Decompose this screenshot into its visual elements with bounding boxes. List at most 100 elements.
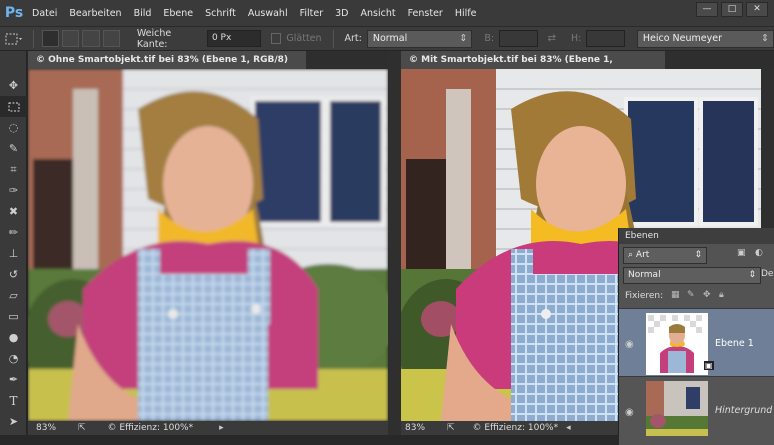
lock-transparency-icon[interactable]: ▦ <box>671 290 680 300</box>
width-label: B: <box>484 33 495 44</box>
chevron-updown-icon: ⇕ <box>760 32 769 44</box>
new-selection-button[interactable] <box>41 30 59 47</box>
canvas-left[interactable] <box>28 69 388 421</box>
blend-mode-value: Normal <box>628 270 661 280</box>
status-bar-left: 83% ⇱ © Effizienz: 100%* ▸ <box>28 421 388 435</box>
swap-icon[interactable]: ⇄ <box>548 33 556 44</box>
layer-filter-value: Art <box>635 250 650 260</box>
lock-icon[interactable]: 🔒︎ <box>719 290 724 300</box>
menu-hilfe[interactable]: Hilfe <box>449 8 483 19</box>
intersect-selection-button[interactable] <box>102 30 120 47</box>
layer-name-hintergrund[interactable]: Hintergrund <box>715 405 772 416</box>
stamp-icon[interactable]: ⊥ <box>0 243 27 264</box>
scrollbar-right[interactable] <box>761 69 774 229</box>
workspace-select-value: Heico Neumeyer <box>642 32 722 44</box>
efficiency-left[interactable]: © Effizienz: 100%* <box>108 421 194 435</box>
style-select-value: Normal <box>372 32 408 44</box>
ps-logo[interactable]: Ps <box>2 3 26 23</box>
layer-thumb-image <box>646 381 708 436</box>
layer-row-ebene-1[interactable]: ◉ ▣ Ebene 1 <box>619 308 774 377</box>
export-icon[interactable]: ⇱ <box>78 421 86 435</box>
width-input[interactable] <box>499 30 538 47</box>
menu-bar: Ps Datei Bearbeiten Bild Ebene Schrift A… <box>0 0 774 26</box>
path-select-icon[interactable]: ➤ <box>0 411 27 432</box>
tool-preset-picker[interactable] <box>0 32 29 46</box>
style-select[interactable]: Normal ⇕ <box>366 29 473 48</box>
divider <box>32 29 34 48</box>
menu-schrift[interactable]: Schrift <box>199 8 242 19</box>
history-brush-icon[interactable]: ↺ <box>0 264 27 285</box>
efficiency-right[interactable]: © Effizienz: 100%* <box>473 421 559 435</box>
menu-ebene[interactable]: Ebene <box>157 8 199 19</box>
eraser-icon[interactable]: ▱ <box>0 285 27 306</box>
close-button[interactable]: ✕ <box>746 2 768 17</box>
layers-panel: Ebenen ⌕ Art ⇕ ▣ ◐ Normal ⇕ De Fixieren: ▦… <box>618 228 774 445</box>
adjustment-filter-icon[interactable]: ◐ <box>755 248 763 258</box>
scrollbar-left[interactable] <box>388 51 401 435</box>
lock-label: Fixieren: <box>625 291 664 301</box>
image-filter-icon[interactable]: ▣ <box>737 248 746 258</box>
menu-auswahl[interactable]: Auswahl <box>242 8 294 19</box>
menu-3d[interactable]: 3D <box>329 8 354 19</box>
search-icon: ⌕ <box>628 250 636 260</box>
menu-ansicht[interactable]: Ansicht <box>355 8 402 19</box>
layer-filter-select[interactable]: ⌕ Art ⇕ <box>623 247 707 264</box>
height-input[interactable] <box>586 30 625 47</box>
doc-tab-left[interactable]: © Ohne Smartobjekt.tif bei 83% (Ebene 1,… <box>28 51 306 83</box>
menu-filter[interactable]: Filter <box>294 8 330 19</box>
doc-tabbar-right: © Mit Smartobjekt.tif bei 83% (Ebene 1, … <box>401 51 774 83</box>
chevron-updown-icon: ⇕ <box>748 270 756 280</box>
subtract-selection-button[interactable] <box>82 30 100 47</box>
heal-icon[interactable]: ✖ <box>0 201 27 222</box>
zoom-level-right[interactable]: 83% <box>401 421 441 435</box>
lock-position-icon[interactable]: ✥ <box>703 290 711 300</box>
status-menu-arrow[interactable]: ▸ <box>219 421 224 435</box>
photo-girl-left <box>28 69 388 421</box>
minimize-button[interactable]: — <box>696 2 718 17</box>
chevron-updown-icon: ⇕ <box>459 32 468 44</box>
menu-bearbeiten[interactable]: Bearbeiten <box>63 8 127 19</box>
layers-panel-title[interactable]: Ebenen <box>619 228 774 244</box>
type-icon[interactable]: T <box>0 390 27 411</box>
lock-pixels-icon[interactable]: ✎ <box>687 290 695 300</box>
menu-bild[interactable]: Bild <box>128 8 158 19</box>
blend-mode-select[interactable]: Normal ⇕ <box>623 267 761 284</box>
status-menu-arrow[interactable]: ◂ <box>566 421 571 435</box>
antialias-checkbox[interactable] <box>270 33 282 44</box>
smart-object-badge-icon: ▣ <box>704 361 714 370</box>
doc-tab-right[interactable]: © Mit Smartobjekt.tif bei 83% (Ebene 1, … <box>401 51 665 83</box>
export-icon[interactable]: ⇱ <box>447 421 455 435</box>
marquee-icon <box>5 33 23 44</box>
menu-fenster[interactable]: Fenster <box>402 8 449 19</box>
height-label: H: <box>570 33 582 44</box>
chevron-updown-icon: ⇕ <box>694 250 702 260</box>
lasso-icon[interactable]: ◌ <box>0 117 27 138</box>
feather-input[interactable]: 0 Px <box>206 30 261 47</box>
eye-icon[interactable]: ◉ <box>625 407 637 418</box>
blur-icon[interactable]: ● <box>0 327 27 348</box>
status-bar-right: 83% ⇱ © Effizienz: 100%* ◂ <box>401 421 618 435</box>
tools-panel: ✥ ◌ ✎ ⌗ ✑ ✖ ✏ ⊥ ↺ ▱ ▭ ● ◔ ✒ T ➤ <box>0 51 27 435</box>
move-icon[interactable]: ✥ <box>0 75 27 96</box>
gradient-icon[interactable]: ▭ <box>0 306 27 327</box>
eye-icon[interactable]: ◉ <box>625 339 637 350</box>
layer-thumb-image <box>648 315 706 373</box>
divider <box>332 29 334 48</box>
opacity-label: De <box>761 269 774 279</box>
dodge-icon[interactable]: ◔ <box>0 348 27 369</box>
workspace-select[interactable]: Heico Neumeyer ⇕ <box>636 29 774 48</box>
marquee-icon[interactable] <box>0 96 27 117</box>
zoom-level-left[interactable]: 83% <box>28 421 72 435</box>
doc-tabbar-left: © Ohne Smartobjekt.tif bei 83% (Ebene 1,… <box>28 51 388 83</box>
layer-thumbnail <box>646 381 708 436</box>
menu-datei[interactable]: Datei <box>26 8 63 19</box>
crop-icon[interactable]: ⌗ <box>0 159 27 180</box>
quick-select-icon[interactable]: ✎ <box>0 138 27 159</box>
eyedropper-icon[interactable]: ✑ <box>0 180 27 201</box>
add-selection-button[interactable] <box>61 30 80 47</box>
pen-icon[interactable]: ✒ <box>0 369 27 390</box>
restore-button[interactable]: □ <box>721 2 743 17</box>
layer-name-ebene-1[interactable]: Ebene 1 <box>715 338 754 349</box>
brush-icon[interactable]: ✏ <box>0 222 27 243</box>
feather-label: Weiche Kante: <box>136 27 172 50</box>
